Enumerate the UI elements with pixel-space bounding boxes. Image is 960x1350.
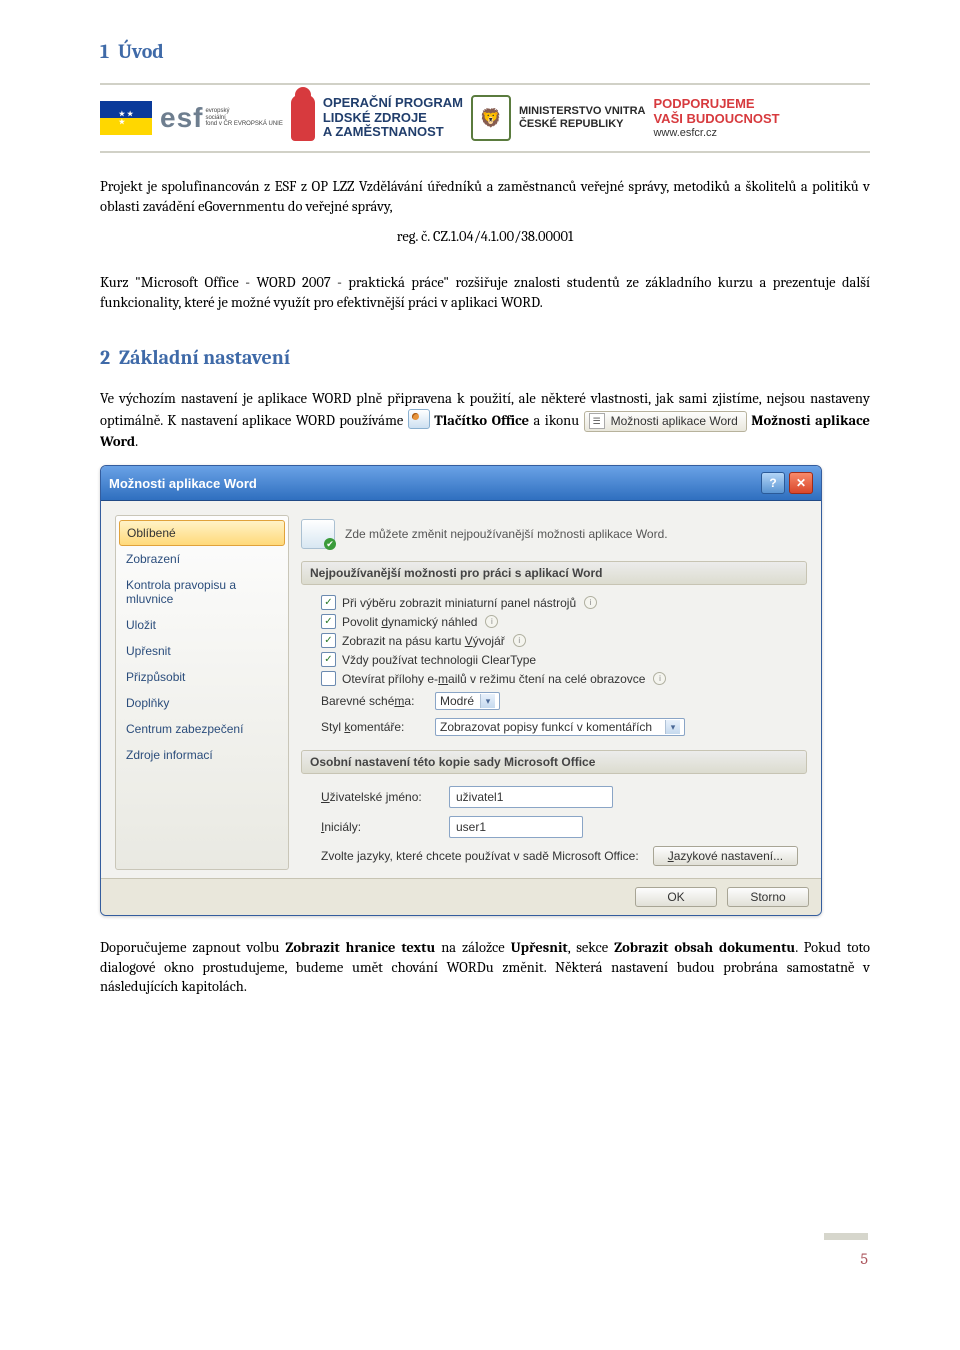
options-header-icon: [301, 519, 335, 549]
group-personal-settings: Osobní nastavení této kopie sady Microso…: [301, 750, 807, 774]
dialog-titlebar: Možnosti aplikace Word ? ✕: [101, 466, 821, 501]
info-icon[interactable]: i: [653, 672, 666, 685]
initials-input[interactable]: user1: [449, 816, 583, 838]
check-row-minitoolbar[interactable]: Při výběru zobrazit miniaturní panel nás…: [301, 593, 807, 612]
close-button[interactable]: ✕: [789, 472, 813, 494]
row-color-scheme: Barevné schéma: Modré▾: [301, 688, 807, 714]
chevron-down-icon: ▾: [480, 694, 495, 708]
info-icon[interactable]: i: [485, 615, 498, 628]
section-2-paragraph: Ve výchozím nastavení je aplikace WORD p…: [100, 389, 870, 451]
word-options-dialog: Možnosti aplikace Word ? ✕ Oblíbené Zobr…: [100, 465, 822, 916]
checkbox-icon[interactable]: [321, 595, 336, 610]
check-row-dynamic-preview[interactable]: Povolit dynamický náhled i: [301, 612, 807, 631]
options-icon: ☰: [589, 413, 605, 429]
language-settings-button[interactable]: Jazykové nastavení...: [653, 846, 798, 866]
nav-oblibene[interactable]: Oblíbené: [119, 520, 285, 546]
nav-doplnky[interactable]: Doplňky: [116, 690, 288, 716]
row-username: Uživatelské jméno: uživatel1: [301, 782, 807, 812]
row-language: Zvolte jazyky, které chcete používat v s…: [301, 842, 807, 870]
comment-style-select[interactable]: Zobrazovat popisy funkcí v komentářích▾: [435, 718, 685, 736]
section-2-heading: 2 Základní nastavení: [100, 346, 870, 369]
ok-button[interactable]: OK: [635, 887, 717, 907]
dialog-title: Možnosti aplikace Word: [109, 476, 257, 491]
checkbox-icon[interactable]: [321, 652, 336, 667]
podporujeme-block: PODPORUJEME VAŠI BUDOUCNOST www.esfcr.cz: [653, 97, 779, 139]
cancel-button[interactable]: Storno: [727, 887, 809, 907]
help-button[interactable]: ?: [761, 472, 785, 494]
reg-number: reg. č. CZ.1.04/4.1.00/38.00001: [100, 228, 870, 245]
row-comment-style: Styl komentáře: Zobrazovat popisy funkcí…: [301, 714, 807, 740]
dialog-footer: OK Storno: [101, 878, 821, 915]
eu-flag-icon: ★ ★★: [100, 101, 152, 135]
footer-decoration: [824, 1236, 868, 1240]
section-1-heading: 1 Úvod: [100, 40, 870, 63]
dialog-nav: Oblíbené Zobrazení Kontrola pravopisu a …: [115, 515, 289, 870]
check-row-developer-tab[interactable]: Zobrazit na pásu kartu Vývojář i: [301, 631, 807, 650]
word-options-inline-button: ☰ Možnosti aplikace Word: [584, 411, 747, 431]
mv-text: MINISTERSTVO VNITRA ČESKÉ REPUBLIKY: [519, 105, 646, 130]
intro-paragraph-1: Projekt je spolufinancován z ESF z OP LZ…: [100, 177, 870, 216]
intro-paragraph-2: Kurz "Microsoft Office - WORD 2007 - pra…: [100, 273, 870, 312]
nav-pravopis[interactable]: Kontrola pravopisu a mluvnice: [116, 572, 288, 612]
row-initials: Iniciály: user1: [301, 812, 807, 842]
closing-paragraph: Doporučujeme zapnout volbu Zobrazit hran…: [100, 938, 870, 997]
check-row-cleartype[interactable]: Vždy používat technologii ClearType: [301, 650, 807, 669]
check-row-reading-mode[interactable]: Otevírat přílohy e-mailů v režimu čtení …: [301, 669, 807, 688]
checkbox-icon[interactable]: [321, 633, 336, 648]
mv-icon: 🦁: [471, 95, 511, 141]
chevron-down-icon: ▾: [665, 720, 680, 734]
nav-prizpusobit[interactable]: Přizpůsobit: [116, 664, 288, 690]
oplz-text: OPERAČNÍ PROGRAM LIDSKÉ ZDROJE A ZAMĚSTN…: [323, 96, 463, 141]
nav-zabezpeceni[interactable]: Centrum zabezpečení: [116, 716, 288, 742]
checkbox-icon[interactable]: [321, 671, 336, 686]
nav-ulozit[interactable]: Uložit: [116, 612, 288, 638]
office-button-icon: [408, 409, 430, 429]
nav-zdroje[interactable]: Zdroje informací: [116, 742, 288, 768]
color-scheme-select[interactable]: Modré▾: [435, 692, 500, 710]
checkbox-icon[interactable]: [321, 614, 336, 629]
group-popular-options: Nejpoužívanější možnosti pro práci s apl…: [301, 561, 807, 585]
username-input[interactable]: uživatel1: [449, 786, 613, 808]
page-number: 5: [860, 1250, 868, 1268]
info-icon[interactable]: i: [584, 596, 597, 609]
oplz-icon: [291, 95, 315, 141]
nav-upresnit[interactable]: Upřesnit: [116, 638, 288, 664]
nav-zobrazeni[interactable]: Zobrazení: [116, 546, 288, 572]
dialog-header-row: Zde můžete změnit nejpoužívanější možnos…: [301, 515, 807, 561]
logo-strip: ★ ★★ esf evropský sociální fond v ČR EVR…: [100, 83, 870, 153]
info-icon[interactable]: i: [513, 634, 526, 647]
esf-logo: esf evropský sociální fond v ČR EVROPSKÁ…: [160, 102, 283, 134]
